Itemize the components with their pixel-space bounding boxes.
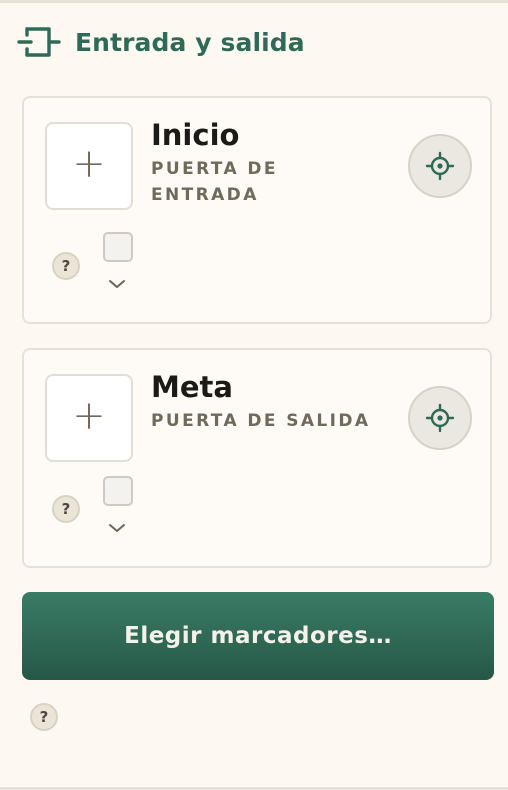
finish-card: + Meta PUERTA DE SALIDA ?	[22, 348, 492, 568]
chevron-down-icon[interactable]	[108, 278, 126, 290]
locate-finish-button[interactable]	[408, 386, 472, 450]
crosshair-icon	[425, 403, 455, 433]
help-button[interactable]: ?	[52, 495, 80, 523]
finish-checkbox[interactable]	[103, 476, 133, 506]
top-divider	[0, 0, 508, 3]
card-subtitle: PUERTA DE ENTRADA	[151, 159, 278, 205]
plus-icon: +	[72, 393, 106, 439]
crosshair-icon	[425, 151, 455, 181]
section-header: Entrada y salida	[17, 22, 305, 62]
card-title: Inicio	[151, 118, 240, 152]
start-card: + Inicio PUERTA DE ENTRADA ?	[22, 96, 492, 324]
start-checkbox[interactable]	[103, 232, 133, 262]
section-title: Entrada y salida	[75, 27, 305, 57]
add-start-button[interactable]: +	[45, 122, 133, 210]
card-subtitle: PUERTA DE SALIDA	[151, 411, 371, 431]
help-button[interactable]: ?	[52, 252, 80, 280]
add-finish-button[interactable]: +	[45, 374, 133, 462]
card-title: Meta	[151, 370, 233, 404]
chevron-down-icon[interactable]	[108, 522, 126, 534]
choose-markers-button[interactable]: Elegir marcadores…	[22, 592, 494, 680]
help-button[interactable]: ?	[30, 703, 58, 731]
entrance-exit-icon	[17, 27, 61, 57]
plus-icon: +	[72, 141, 106, 187]
locate-start-button[interactable]	[408, 134, 472, 198]
